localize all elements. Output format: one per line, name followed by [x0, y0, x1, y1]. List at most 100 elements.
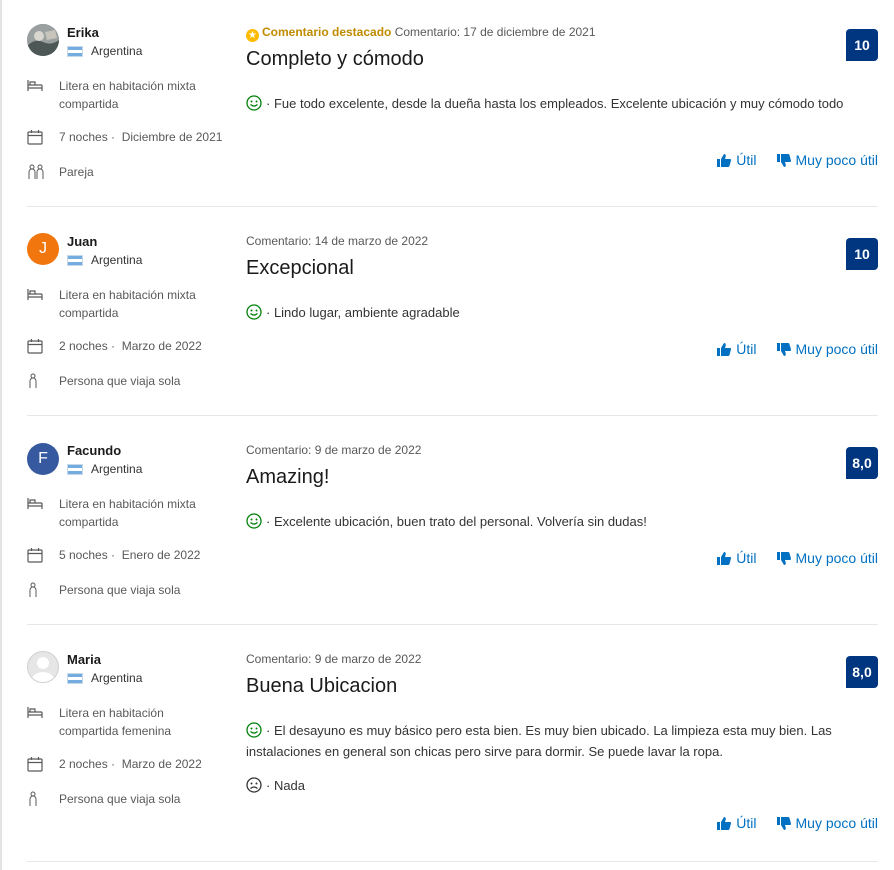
review-title: Amazing! — [246, 466, 330, 488]
review-date: Comentario: 14 de marzo de 2022 — [246, 234, 429, 248]
not-helpful-button[interactable]: Muy poco útil — [776, 550, 878, 566]
review-card: Maria Argentina Litera en habitación com… — [27, 625, 878, 862]
room-type-label: Litera en habitación mixta compartida — [59, 288, 196, 320]
thumbs-down-icon — [776, 153, 791, 167]
traveler-type-label: Persona que viaja sola — [59, 792, 181, 806]
helpful-button[interactable]: Útil — [717, 341, 757, 357]
helpful-label: Útil — [736, 341, 757, 357]
positive-comment-text: · El desayuno es muy básico pero esta bi… — [246, 723, 832, 759]
smiley-happy-icon — [246, 304, 262, 320]
review-score: 10 — [846, 238, 878, 270]
avatar: J — [27, 233, 59, 265]
bed-icon — [27, 77, 59, 113]
traveler-type: Persona que viaja sola — [27, 790, 232, 808]
review-date: ★ Comentario destacado Comentario: 17 de … — [246, 25, 596, 42]
review-date-text: Comentario: 17 de diciembre de 2021 — [394, 25, 596, 39]
thumbs-up-icon — [717, 342, 732, 356]
stay-info: 7 noches · Diciembre de 2021 — [27, 128, 232, 146]
couple-icon — [27, 163, 59, 181]
smiley-happy-icon — [246, 513, 262, 529]
bed-icon — [27, 286, 59, 322]
stay-date-label: Enero de 2022 — [121, 548, 201, 562]
traveler-type-label: Pareja — [59, 165, 94, 179]
nights-label: 5 noches · — [59, 548, 116, 562]
not-helpful-label: Muy poco útil — [795, 341, 878, 357]
positive-comment: · Excelente ubicación, buen trato del pe… — [246, 511, 856, 532]
stay-date-label: Marzo de 2022 — [121, 339, 202, 353]
argentina-flag-icon — [67, 463, 83, 475]
calendar-icon — [27, 128, 59, 146]
thumbs-down-icon — [776, 342, 791, 356]
review-score: 8,0 — [846, 656, 878, 688]
star-icon: ★ — [246, 29, 259, 42]
calendar-icon — [27, 755, 59, 773]
smiley-happy-icon — [246, 95, 262, 111]
helpful-button[interactable]: Útil — [717, 152, 757, 168]
review-card: F Facundo Argentina Litera en habitación… — [27, 416, 878, 625]
review-title: Excepcional — [246, 257, 354, 279]
review-score: 8,0 — [846, 447, 878, 479]
not-helpful-button[interactable]: Muy poco útil — [776, 815, 878, 831]
reviewer-country: Argentina — [67, 253, 142, 267]
avatar-letter: F — [38, 450, 48, 467]
room-type-label: Litera en habitación compartida femenina — [59, 706, 172, 738]
nights-label: 2 noches · — [59, 757, 116, 771]
thumbs-down-icon — [776, 551, 791, 565]
positive-comment: · Lindo lugar, ambiente agradable — [246, 302, 856, 323]
thumbs-up-icon — [717, 153, 732, 167]
thumbs-up-icon — [717, 551, 732, 565]
reviewer-name: Erika — [67, 25, 99, 40]
positive-comment-text: · Excelente ubicación, buen trato del pe… — [266, 514, 647, 529]
argentina-flag-icon — [67, 254, 83, 266]
argentina-flag-icon — [67, 672, 83, 684]
thumbs-down-icon — [776, 816, 791, 830]
positive-comment-text: · Fue todo excelente, desde la dueña has… — [266, 96, 844, 111]
country-name: Argentina — [91, 44, 143, 58]
reviewer-name: Juan — [67, 234, 98, 249]
avatar — [27, 651, 59, 683]
not-helpful-button[interactable]: Muy poco útil — [776, 152, 878, 168]
solo-traveler-icon — [27, 581, 59, 599]
stay-date-label: Marzo de 2022 — [121, 757, 202, 771]
helpful-label: Útil — [736, 815, 757, 831]
review-actions: Útil Muy poco útil — [717, 550, 878, 566]
helpful-label: Útil — [736, 550, 757, 566]
stay-info: 2 noches · Marzo de 2022 — [27, 337, 232, 355]
avatar-letter: J — [39, 240, 47, 257]
traveler-type: Pareja — [27, 163, 232, 181]
review-actions: Útil Muy poco útil — [717, 152, 878, 168]
bed-icon — [27, 495, 59, 531]
reviewer-country: Argentina — [67, 44, 142, 58]
reviewer-name: Facundo — [67, 443, 122, 458]
room-type: Litera en habitación compartida femenina — [27, 704, 232, 740]
traveler-type: Persona que viaja sola — [27, 372, 232, 390]
review-title: Completo y cómodo — [246, 48, 424, 70]
review-actions: Útil Muy poco útil — [717, 815, 878, 831]
helpful-button[interactable]: Útil — [717, 550, 757, 566]
not-helpful-label: Muy poco útil — [795, 815, 878, 831]
window-edge — [0, 0, 2, 870]
smiley-sad-icon — [246, 777, 262, 793]
stay-date-label: Diciembre de 2021 — [121, 130, 223, 144]
reviewer-country: Argentina — [67, 462, 142, 476]
country-name: Argentina — [91, 462, 143, 476]
not-helpful-label: Muy poco útil — [795, 152, 878, 168]
positive-comment: · Fue todo excelente, desde la dueña has… — [246, 93, 856, 114]
helpful-label: Útil — [736, 152, 757, 168]
nights-label: 2 noches · — [59, 339, 116, 353]
smiley-happy-icon — [246, 722, 262, 738]
room-type: Litera en habitación mixta compartida — [27, 495, 232, 531]
review-card: J Juan Argentina Litera en habitación mi… — [27, 207, 878, 416]
review-title: Buena Ubicacion — [246, 675, 398, 697]
featured-label: Comentario destacado — [262, 25, 392, 39]
positive-comment: · El desayuno es muy básico pero esta bi… — [246, 720, 856, 762]
helpful-button[interactable]: Útil — [717, 815, 757, 831]
negative-comment-text: · Nada — [266, 778, 306, 793]
review-actions: Útil Muy poco útil — [717, 341, 878, 357]
review-score: 10 — [846, 29, 878, 61]
not-helpful-button[interactable]: Muy poco útil — [776, 341, 878, 357]
room-type-label: Litera en habitación mixta compartida — [59, 497, 196, 529]
bed-icon — [27, 704, 59, 740]
stay-info: 2 noches · Marzo de 2022 — [27, 755, 232, 773]
positive-comment-text: · Lindo lugar, ambiente agradable — [266, 305, 460, 320]
